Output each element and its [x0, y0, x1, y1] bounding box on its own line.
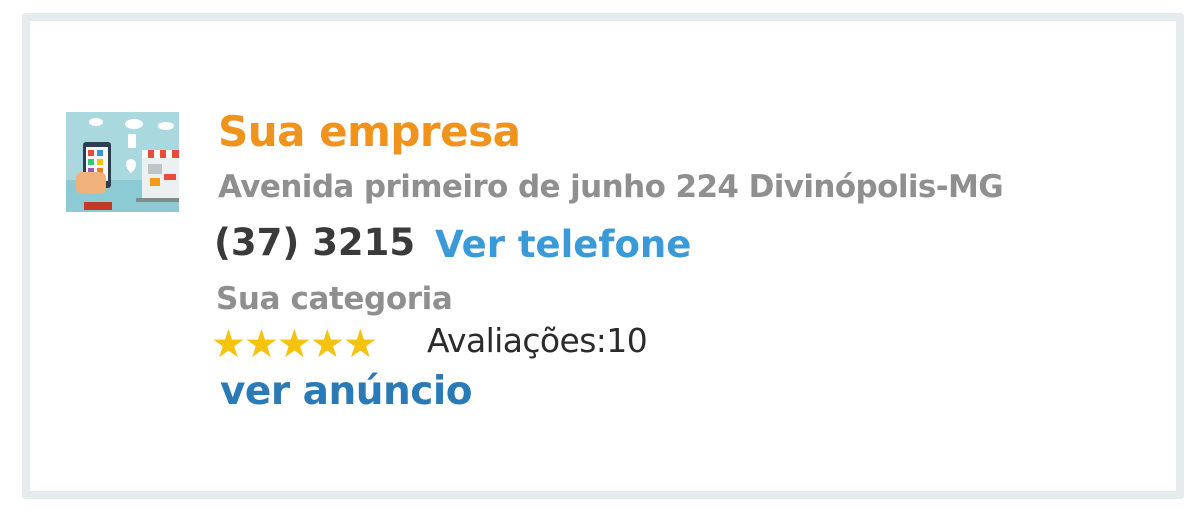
show-phone-link[interactable]: Ver telefone [435, 223, 691, 266]
store-phone-illustration-icon [66, 112, 179, 212]
business-name[interactable]: Sua empresa [218, 107, 521, 156]
rating-stars-icon: ★★★★★ [211, 322, 378, 367]
reviews-count: Avaliações:10 [427, 321, 648, 360]
phone-number-partial: (37) 3215 [214, 221, 416, 264]
business-address: Avenida primeiro de junho 224 Divinópoli… [218, 169, 1004, 205]
listing-thumbnail[interactable] [66, 112, 179, 212]
view-ad-link[interactable]: ver anúncio [220, 369, 473, 414]
business-category: Sua categoria [216, 281, 453, 317]
